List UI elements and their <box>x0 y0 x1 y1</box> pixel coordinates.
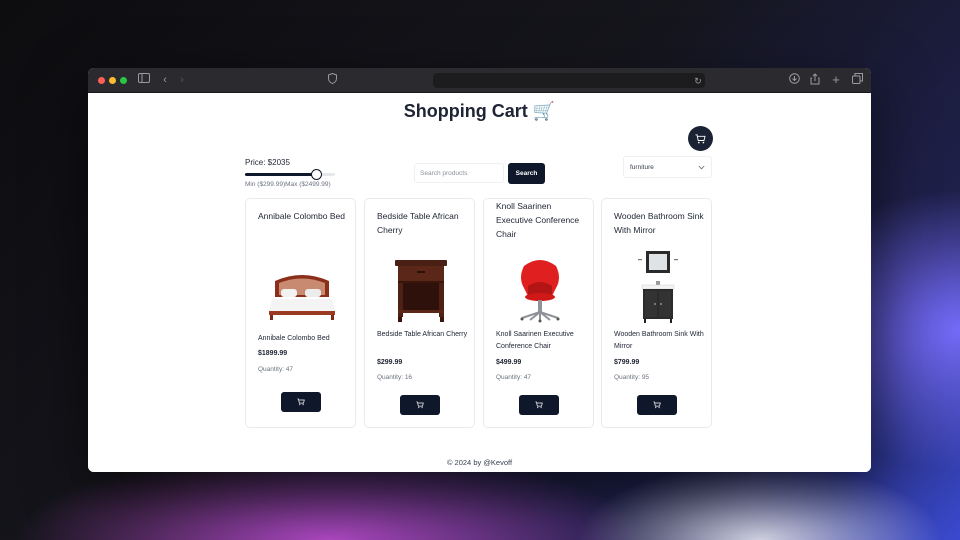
share-icon[interactable] <box>808 73 822 87</box>
shopping-cart-emoji-icon: 🛒 <box>532 101 556 121</box>
cart-icon <box>695 133 706 143</box>
price-label: Price: $2035 <box>245 158 290 167</box>
back-icon[interactable]: ‹ <box>158 73 172 87</box>
product-card[interactable]: Annibale Colombo Bed Annibale Colombo Be… <box>245 198 356 428</box>
bathroom-sink-icon <box>638 251 678 323</box>
category-selected-value: furniture <box>630 163 654 171</box>
price-slider-fill <box>245 173 316 176</box>
new-tab-icon[interactable]: + <box>829 73 843 87</box>
product-quantity: Quantity: 47 <box>258 366 294 373</box>
browser-window: ‹ › ↻ + Shopping Cart 🛒 Price: $2035 Min… <box>88 68 871 472</box>
product-name: Annibale Colombo Bed <box>258 335 330 342</box>
sidebar-toggle-icon[interactable] <box>137 73 151 87</box>
price-range-slider[interactable] <box>245 169 335 180</box>
product-quantity: Quantity: 47 <box>496 374 532 381</box>
product-quantity: Quantity: 95 <box>614 374 650 381</box>
product-image <box>614 251 702 323</box>
add-to-cart-button[interactable] <box>400 395 440 415</box>
product-card[interactable]: Knoll Saarinen Executive Conference Chai… <box>483 198 594 428</box>
product-card-title: Knoll Saarinen Executive Conference Chai… <box>496 201 580 239</box>
price-min-max-label: Min ($299.99)Max ($2499.99) <box>245 181 331 188</box>
product-name: Bedside Table African Cherry <box>377 331 468 338</box>
page-content: Shopping Cart 🛒 Price: $2035 Min ($299.9… <box>88 93 871 472</box>
chevron-down-icon <box>698 165 705 169</box>
page-title: Shopping Cart 🛒 <box>88 101 871 122</box>
product-card[interactable]: Bedside Table African Cherry Bedside Tab… <box>364 198 475 428</box>
product-price: $499.99 <box>496 359 522 366</box>
chair-icon <box>520 260 560 323</box>
browser-titlebar: ‹ › ↻ + <box>88 68 871 93</box>
minimize-window-button[interactable] <box>109 77 116 84</box>
product-image <box>258 257 346 329</box>
add-to-cart-button[interactable] <box>637 395 677 415</box>
bedside-table-icon <box>395 260 447 322</box>
product-quantity: Quantity: 16 <box>377 374 413 381</box>
tabs-overview-icon[interactable] <box>850 73 864 87</box>
product-image <box>377 254 465 326</box>
category-select[interactable]: furniture <box>623 156 712 178</box>
reload-icon[interactable]: ↻ <box>691 74 705 88</box>
shield-icon[interactable] <box>325 72 339 87</box>
add-to-cart-button[interactable] <box>281 392 321 412</box>
product-card[interactable]: Wooden Bathroom Sink With Mirror Wooden … <box>601 198 712 428</box>
cart-icon <box>653 401 661 409</box>
product-name: Wooden Bathroom Sink With Mirror <box>614 331 704 350</box>
address-bar[interactable]: ↻ <box>433 73 705 88</box>
forward-icon[interactable]: › <box>175 73 189 87</box>
product-card-title: Wooden Bathroom Sink With Mirror <box>614 211 704 235</box>
search-button[interactable]: Search <box>508 163 545 184</box>
product-price: $799.99 <box>614 359 640 366</box>
price-slider-thumb[interactable] <box>310 169 322 180</box>
product-card-title: Bedside Table African Cherry <box>377 211 459 235</box>
cart-icon <box>297 398 305 406</box>
add-to-cart-button[interactable] <box>519 395 559 415</box>
product-card-title: Annibale Colombo Bed <box>258 211 345 221</box>
maximize-window-button[interactable] <box>120 77 127 84</box>
close-window-button[interactable] <box>98 77 105 84</box>
page-footer: © 2024 by @Kevoff <box>446 458 513 467</box>
cart-icon <box>535 401 543 409</box>
cart-icon <box>416 401 424 409</box>
product-price: $1899.99 <box>258 350 288 357</box>
search-input[interactable] <box>414 163 504 183</box>
page-title-text: Shopping Cart <box>403 101 528 121</box>
bed-icon <box>269 275 335 320</box>
product-price: $299.99 <box>377 359 403 366</box>
product-image <box>496 254 584 326</box>
download-icon[interactable] <box>787 73 801 87</box>
cart-button[interactable] <box>688 126 713 151</box>
product-name: Knoll Saarinen Executive Conference Chai… <box>496 331 574 350</box>
